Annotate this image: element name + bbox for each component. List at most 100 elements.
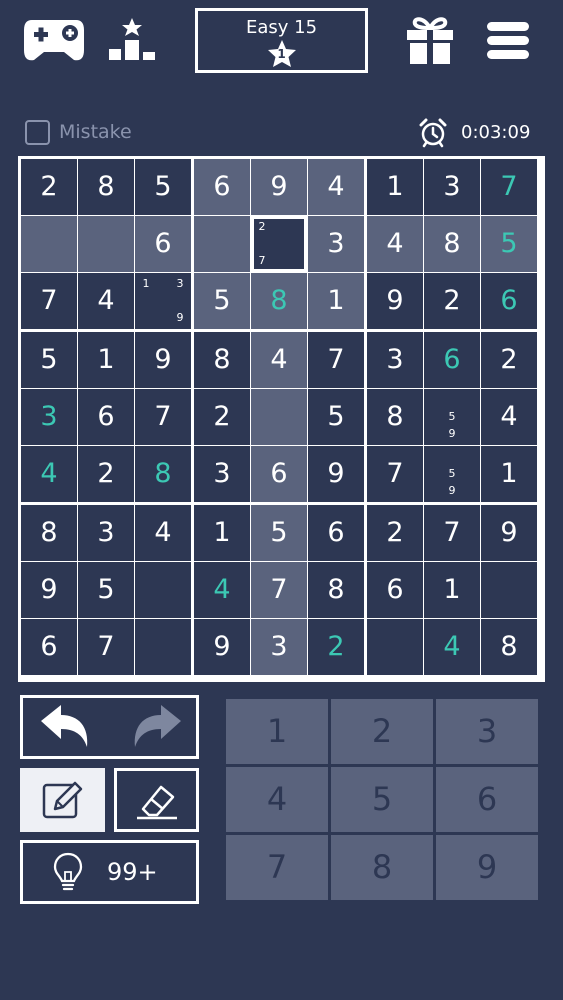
sudoku-cell[interactable]: 4	[481, 389, 537, 445]
sudoku-cell[interactable]: 7	[78, 619, 134, 675]
leaderboard-icon[interactable]	[108, 18, 156, 70]
sudoku-cell[interactable]: 5	[135, 159, 191, 215]
number-key-7[interactable]: 7	[226, 835, 328, 900]
undo-button[interactable]	[23, 698, 109, 756]
sudoku-cell[interactable]: 7	[424, 505, 480, 561]
sudoku-cell[interactable]: 7	[251, 562, 307, 618]
sudoku-cell[interactable]: 1	[194, 505, 250, 561]
eraser-button[interactable]	[114, 768, 199, 832]
sudoku-cell[interactable]: 4	[251, 332, 307, 388]
sudoku-cell[interactable]: 9	[367, 273, 423, 329]
sudoku-cell[interactable]	[21, 216, 77, 272]
sudoku-cell[interactable]: 6	[21, 619, 77, 675]
mistake-checkbox[interactable]	[25, 120, 50, 145]
sudoku-cell[interactable]	[78, 216, 134, 272]
sudoku-cell[interactable]: 7	[367, 446, 423, 502]
sudoku-cell[interactable]: 3	[21, 389, 77, 445]
sudoku-cell[interactable]: 9	[135, 332, 191, 388]
sudoku-cell[interactable]: 6	[424, 332, 480, 388]
gamepad-icon[interactable]	[22, 16, 86, 68]
hint-button[interactable]: 99+	[20, 840, 199, 904]
sudoku-cell[interactable]: 3	[424, 159, 480, 215]
sudoku-cell[interactable]: 2	[308, 619, 364, 675]
sudoku-cell[interactable]: 2	[21, 159, 77, 215]
number-key-5[interactable]: 5	[331, 767, 433, 832]
sudoku-cell[interactable]: 8	[367, 389, 423, 445]
sudoku-cell[interactable]: 2	[78, 446, 134, 502]
number-key-8[interactable]: 8	[331, 835, 433, 900]
number-key-4[interactable]: 4	[226, 767, 328, 832]
sudoku-cell[interactable]: 5	[194, 273, 250, 329]
sudoku-cell[interactable]: 8	[21, 505, 77, 561]
sudoku-cell[interactable]: 3	[78, 505, 134, 561]
sudoku-cell[interactable]: 2	[481, 332, 537, 388]
sudoku-cell[interactable]: 7	[21, 273, 77, 329]
sudoku-cell[interactable]: 4	[78, 273, 134, 329]
sudoku-cell[interactable]: 27	[251, 216, 307, 272]
sudoku-cell[interactable]: 5	[481, 216, 537, 272]
sudoku-cell[interactable]: 5	[308, 389, 364, 445]
gift-icon[interactable]	[405, 14, 455, 70]
sudoku-cell[interactable]: 8	[135, 446, 191, 502]
sudoku-cell[interactable]: 4	[21, 446, 77, 502]
number-key-1[interactable]: 1	[226, 699, 328, 764]
sudoku-cell[interactable]: 6	[78, 389, 134, 445]
sudoku-cell[interactable]: 59	[424, 389, 480, 445]
sudoku-cell[interactable]: 7	[481, 159, 537, 215]
sudoku-cell[interactable]: 4	[367, 216, 423, 272]
sudoku-cell[interactable]: 59	[424, 446, 480, 502]
sudoku-cell[interactable]: 7	[308, 332, 364, 388]
sudoku-cell[interactable]: 1	[424, 562, 480, 618]
sudoku-cell[interactable]: 1 3 9	[135, 273, 191, 329]
sudoku-cell[interactable]: 8	[481, 619, 537, 675]
sudoku-cell[interactable]: 4	[308, 159, 364, 215]
sudoku-cell[interactable]	[481, 562, 537, 618]
sudoku-cell[interactable]: 5	[78, 562, 134, 618]
sudoku-cell[interactable]	[367, 619, 423, 675]
sudoku-cell[interactable]: 4	[135, 505, 191, 561]
sudoku-cell[interactable]: 9	[194, 619, 250, 675]
redo-button[interactable]	[113, 698, 196, 756]
sudoku-cell[interactable]: 8	[251, 273, 307, 329]
sudoku-cell[interactable]: 6	[481, 273, 537, 329]
sudoku-cell[interactable]: 1	[308, 273, 364, 329]
sudoku-cell[interactable]: 5	[21, 332, 77, 388]
sudoku-cell[interactable]: 4	[194, 562, 250, 618]
pencil-notes-button[interactable]	[20, 768, 105, 832]
sudoku-cell[interactable]: 8	[194, 332, 250, 388]
sudoku-cell[interactable]: 9	[308, 446, 364, 502]
sudoku-cell[interactable]: 6	[251, 446, 307, 502]
sudoku-cell[interactable]: 1	[481, 446, 537, 502]
sudoku-cell[interactable]: 8	[78, 159, 134, 215]
menu-icon[interactable]	[487, 22, 529, 64]
number-key-3[interactable]: 3	[436, 699, 538, 764]
sudoku-cell[interactable]	[135, 562, 191, 618]
sudoku-cell[interactable]: 3	[251, 619, 307, 675]
sudoku-cell[interactable]: 9	[21, 562, 77, 618]
sudoku-cell[interactable]: 1	[78, 332, 134, 388]
sudoku-cell[interactable]: 7	[135, 389, 191, 445]
sudoku-cell[interactable]: 6	[135, 216, 191, 272]
number-key-2[interactable]: 2	[331, 699, 433, 764]
number-key-9[interactable]: 9	[436, 835, 538, 900]
sudoku-cell[interactable]: 2	[367, 505, 423, 561]
sudoku-cell[interactable]: 9	[251, 159, 307, 215]
sudoku-cell[interactable]	[194, 216, 250, 272]
sudoku-cell[interactable]: 3	[194, 446, 250, 502]
sudoku-cell[interactable]: 1	[367, 159, 423, 215]
sudoku-cell[interactable]: 2	[424, 273, 480, 329]
sudoku-cell[interactable]: 6	[194, 159, 250, 215]
sudoku-cell[interactable]: 8	[308, 562, 364, 618]
sudoku-cell[interactable]: 2	[194, 389, 250, 445]
sudoku-cell[interactable]: 3	[308, 216, 364, 272]
sudoku-cell[interactable]: 6	[308, 505, 364, 561]
sudoku-cell[interactable]: 6	[367, 562, 423, 618]
sudoku-cell[interactable]: 3	[367, 332, 423, 388]
sudoku-cell[interactable]: 9	[481, 505, 537, 561]
sudoku-cell[interactable]: 8	[424, 216, 480, 272]
sudoku-cell[interactable]	[135, 619, 191, 675]
sudoku-cell[interactable]: 4	[424, 619, 480, 675]
number-key-6[interactable]: 6	[436, 767, 538, 832]
sudoku-cell[interactable]	[251, 389, 307, 445]
sudoku-cell[interactable]: 5	[251, 505, 307, 561]
